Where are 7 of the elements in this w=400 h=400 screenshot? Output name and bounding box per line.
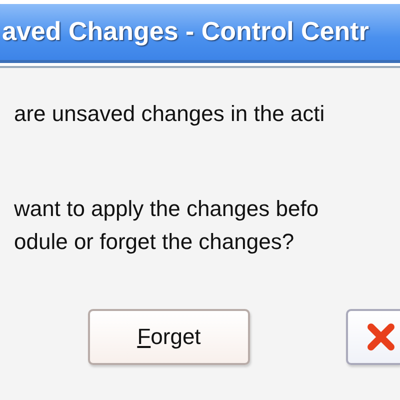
close-icon: [366, 322, 396, 352]
cancel-button[interactable]: [346, 309, 400, 365]
window-title: aved Changes - Control Centr: [2, 15, 369, 48]
message-text: want to apply the changes befo: [14, 195, 320, 223]
message-text: are unsaved changes in the acti: [14, 100, 326, 128]
message-text: odule or forget the changes?: [14, 228, 296, 256]
forget-button[interactable]: Forget: [88, 309, 250, 365]
